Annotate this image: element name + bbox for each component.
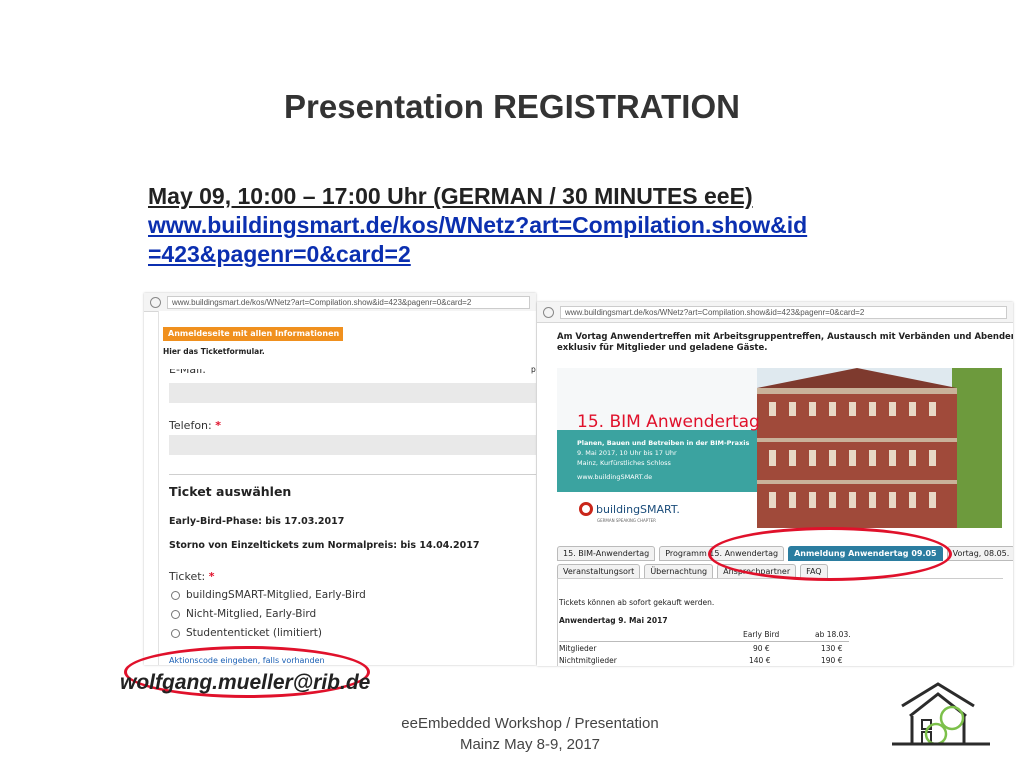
row-label: Mitglieder xyxy=(559,644,597,653)
info-icon xyxy=(150,296,161,308)
banner-line3: Mainz, Kurfürstliches Schloss xyxy=(577,459,671,467)
footer-line1: eeEmbedded Workshop / Presentation xyxy=(401,715,659,732)
early-bird-text: Early-Bird-Phase: bis 17.03.2017 xyxy=(169,516,345,527)
ticket-option-label: Studententicket (limitiert) xyxy=(186,627,322,639)
tab-veranstaltungsort[interactable]: Veranstaltungsort xyxy=(557,564,641,579)
ticket-option-label: buildingSMART-Mitglied, Early-Bird xyxy=(186,589,366,601)
slide-title: Presentation REGISTRATION xyxy=(284,88,740,125)
row-late-price: 130 € xyxy=(821,644,843,653)
ticket-option-2[interactable]: Nicht-Mitglied, Early-Bird xyxy=(171,608,316,620)
email-label: E-Mail: xyxy=(169,369,206,376)
phone-label-row: Telefon: * xyxy=(169,419,221,432)
email-field[interactable] xyxy=(169,383,536,403)
ticket-option-label: Nicht-Mitglied, Early-Bird xyxy=(186,608,317,620)
storno-text: Storno von Einzeltickets zum Normalpreis… xyxy=(169,540,480,551)
ticket-form-text: Hier das Ticketformular. xyxy=(163,347,265,356)
footer-line2: Mainz May 8-9, 2017 xyxy=(459,736,601,753)
back-icon[interactable] xyxy=(543,306,554,318)
banner-title: 15. BIM Anwendertag xyxy=(577,412,760,432)
info-page-button[interactable]: Anmeldeseite mit allen Informationen » xyxy=(163,327,343,352)
logo-subtitle: GERMAN SPEAKING CHAPTER xyxy=(597,518,656,523)
radio-icon[interactable] xyxy=(171,609,180,619)
tickets-available-text: Tickets können ab sofort gekauft werden. xyxy=(559,598,715,607)
left-url-text[interactable]: www.buildingsmart.de/kos/WNetz?art=Compi… xyxy=(167,295,530,309)
ticket-option-1[interactable]: buildingSMART-Mitglied, Early-Bird xyxy=(171,589,366,601)
buildingsmart-logo: buildingSMART. xyxy=(579,502,680,516)
ticket-label-row: Ticket: * xyxy=(169,570,215,583)
radio-icon[interactable] xyxy=(171,628,180,638)
row-early-price: 90 € xyxy=(753,644,770,653)
tab-bim-anwendertag[interactable]: 15. BIM-Anwendertag xyxy=(557,546,656,561)
ticket-required-mark: * xyxy=(208,570,215,583)
left-page-content: Anmeldeseite mit allen Informationen » H… xyxy=(158,311,536,665)
footer-text: eeEmbedded Workshop / Presentation Mainz… xyxy=(380,713,680,755)
ticket-label: Ticket: xyxy=(169,570,206,583)
intro-line1: Am Vortag Anwendertreffen mit Arbeitsgru… xyxy=(557,332,1013,342)
logo-icon xyxy=(579,502,593,516)
left-address-bar[interactable]: www.buildingsmart.de/kos/WNetz?art=Compi… xyxy=(144,293,536,312)
tab-vortag[interactable]: Vortag, 08.05. xyxy=(946,546,1013,561)
logo-text: buildingSMART. xyxy=(596,502,680,516)
right-address-bar[interactable]: www.buildingsmart.de/kos/WNetz?art=Compi… xyxy=(537,302,1013,323)
left-browser-window: www.buildingsmart.de/kos/WNetz?art=Compi… xyxy=(144,293,536,665)
info-block: May 09, 10:00 – 17:00 Uhr (GERMAN / 30 M… xyxy=(148,182,868,269)
right-browser-window: www.buildingsmart.de/kos/WNetz?art=Compi… xyxy=(537,302,1013,666)
intro-line2: exklusiv für Mitglieder und geladene Gäs… xyxy=(557,343,768,353)
tab-uebernachtung[interactable]: Übernachtung xyxy=(644,564,714,579)
banner-line1: Planen, Bauen und Betreiben in der BIM-P… xyxy=(577,439,750,447)
required-mark: * xyxy=(215,419,221,432)
row-label: Nichtmitglieder xyxy=(559,656,617,665)
contact-email[interactable]: wolfgang.mueller@rib.de xyxy=(120,671,370,695)
intro-text: Am Vortag Anwendertreffen mit Arbeitsgru… xyxy=(557,332,1013,354)
table-line xyxy=(559,641,849,642)
phone-label: Telefon: xyxy=(169,419,212,432)
phone-field[interactable] xyxy=(169,435,536,455)
right-url-text[interactable]: www.buildingsmart.de/kos/WNetz?art=Compi… xyxy=(560,305,1007,319)
banner-line2: 9. Mai 2017, 10 Uhr bis 17 Uhr xyxy=(577,449,677,457)
event-banner: 15. BIM Anwendertag Planen, Bauen und Be… xyxy=(557,368,1002,528)
registration-link-line1[interactable]: www.buildingsmart.de/kos/WNetz?art=Compi… xyxy=(148,211,868,240)
house-logo-icon xyxy=(892,682,990,746)
row-early-price: 140 € xyxy=(749,656,771,665)
banner-line4: www.buildingSMART.de xyxy=(577,473,653,481)
column-late: ab 18.03. xyxy=(815,630,851,639)
divider xyxy=(169,474,536,475)
radio-icon[interactable] xyxy=(171,590,180,600)
date-line: May 09, 10:00 – 17:00 Uhr (GERMAN / 30 M… xyxy=(148,183,753,209)
registration-link-line2[interactable]: =423&pagenr=0&card=2 xyxy=(148,240,868,269)
price-table-title: Anwendertag 9. Mai 2017 xyxy=(559,616,668,625)
option-side-value: 1 xyxy=(535,609,536,619)
ticket-option-3[interactable]: Studententicket (limitiert) xyxy=(171,627,322,639)
highlight-oval-tab xyxy=(708,527,952,581)
side-text: pov xyxy=(531,365,536,374)
row-late-price: 190 € xyxy=(821,656,843,665)
column-early-bird: Early Bird xyxy=(743,630,780,639)
banner-text: Planen, Bauen und Betreiben in der BIM-P… xyxy=(577,438,749,482)
ticket-heading: Ticket auswählen xyxy=(169,484,292,499)
